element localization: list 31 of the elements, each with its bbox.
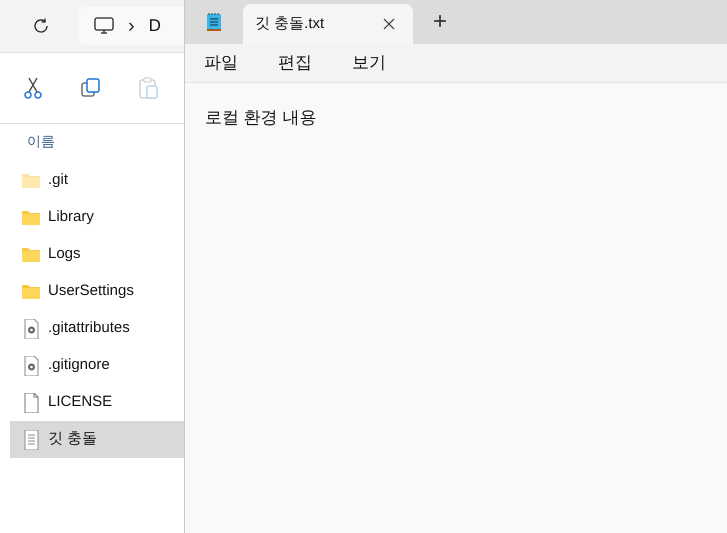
computer-icon [94, 17, 114, 35]
notepad-icon [206, 12, 222, 32]
menu-item[interactable]: 보기 [345, 46, 393, 80]
menu-item[interactable]: 편집 [271, 46, 319, 80]
folder-icon [22, 284, 40, 299]
folder-icon [22, 210, 40, 225]
breadcrumb-item[interactable]: D [148, 13, 161, 39]
gear-file-icon [22, 318, 40, 338]
copy-icon[interactable] [81, 78, 101, 98]
column-header[interactable]: 이름 [27, 130, 55, 152]
close-icon[interactable] [383, 18, 395, 30]
text-file-icon [22, 430, 40, 450]
document-text: 로컬 환경 내용 [205, 108, 316, 127]
file-row[interactable]: Library [10, 199, 184, 236]
folder-icon [22, 247, 40, 262]
file-row[interactable]: Logs [10, 236, 184, 273]
file-row[interactable]: .git [10, 162, 184, 199]
file-row[interactable]: LICENSE [10, 384, 184, 421]
file-row[interactable]: UserSettings [10, 273, 184, 310]
file-row[interactable]: .gitattributes [10, 310, 184, 347]
menu-item[interactable]: 파일 [197, 46, 245, 80]
cut-icon[interactable] [23, 77, 43, 99]
new-tab-button[interactable]: + [433, 4, 448, 40]
document-tab[interactable]: 깃 충돌.txt [243, 4, 413, 44]
breadcrumb-separator: › [128, 14, 135, 39]
address-bar[interactable]: › D [78, 7, 184, 45]
gear-file-icon [22, 356, 40, 376]
file-icon [22, 392, 40, 412]
file-row[interactable]: .gitignore [10, 347, 184, 384]
refresh-icon[interactable] [32, 17, 50, 35]
file-row[interactable]: 깃 충돌 [10, 421, 184, 458]
